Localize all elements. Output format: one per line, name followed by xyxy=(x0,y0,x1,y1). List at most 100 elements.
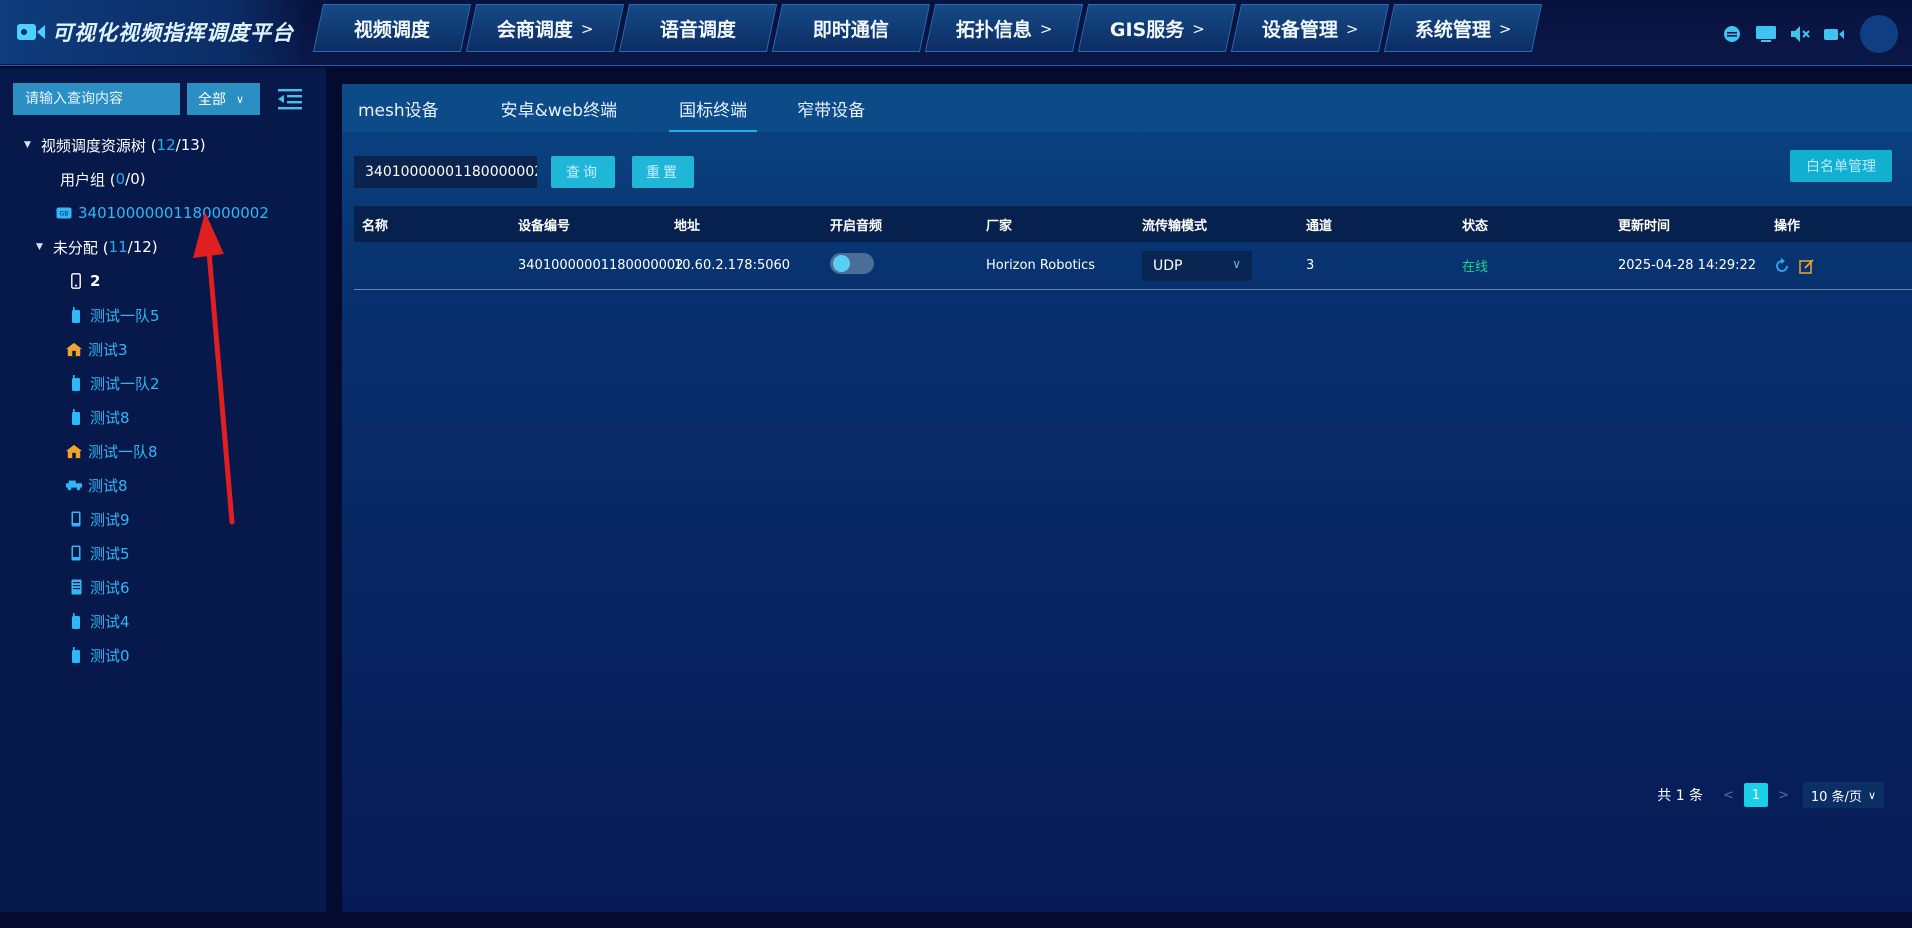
tree-device-item[interactable]: 测试4 xyxy=(0,604,326,638)
nav-label: 视频调度 xyxy=(353,18,430,41)
tree-root-label: 视频调度资源树 ( xyxy=(40,136,157,155)
table-header: 名称 设备编号 地址 开启音频 厂家 流传输模式 通道 状态 更新时间 操作 xyxy=(354,206,1912,242)
nav-voice-dispatch[interactable]: 语音调度 xyxy=(618,4,778,52)
col-address: 地址 xyxy=(674,218,701,234)
chat-icon[interactable] xyxy=(1720,22,1744,46)
col-name: 名称 xyxy=(362,218,389,234)
tree-device-item[interactable]: 测试一队5 xyxy=(0,298,326,332)
caret-down-icon[interactable]: ▼ xyxy=(24,140,31,150)
vehicle-icon xyxy=(66,476,82,494)
tree-root[interactable]: ▼ 视频调度资源树 (12/13) xyxy=(0,128,326,162)
chevron-right-icon: > xyxy=(580,19,594,37)
nav-gis-service[interactable]: GIS服务 > xyxy=(1077,4,1237,52)
phone-icon xyxy=(68,272,84,290)
nav-label: 拓扑信息 xyxy=(955,18,1032,41)
edit-icon[interactable] xyxy=(1799,258,1815,274)
device-label: 测试6 xyxy=(90,578,130,597)
tree-device-item[interactable]: 测试5 xyxy=(0,536,326,570)
tree-user-group[interactable]: 用户组 (0/0) xyxy=(0,162,326,196)
tree-device-item[interactable]: 测试6 xyxy=(0,570,326,604)
page-size-value: 10 条/页 xyxy=(1810,789,1862,805)
nav-video-dispatch[interactable]: 视频调度 xyxy=(312,4,472,52)
col-vendor: 厂家 xyxy=(986,218,1013,234)
main-nav: 视频调度 会商调度 > 语音调度 即时通信 拓扑信息 > GIS服务 > 设备管理 > … xyxy=(312,4,1543,54)
nav-consult-dispatch[interactable]: 会商调度 > xyxy=(465,4,625,52)
stream-mode-select[interactable]: UDP ∨ xyxy=(1142,250,1252,281)
collapse-menu-icon[interactable] xyxy=(276,86,304,112)
tab-android-web[interactable]: 安卓&web终端 xyxy=(501,84,617,132)
col-status: 状态 xyxy=(1462,218,1489,234)
tree-gb-device[interactable]: GB 34010000001180000002 xyxy=(0,196,326,230)
col-audio: 开启音频 xyxy=(830,218,883,234)
tree-device-item[interactable]: 测试9 xyxy=(0,502,326,536)
device-table: 名称 设备编号 地址 开启音频 厂家 流传输模式 通道 状态 更新时间 操作 3… xyxy=(354,206,1912,290)
tab-narrowband[interactable]: 窄带设备 xyxy=(797,84,865,132)
chevron-right-icon: > xyxy=(1498,19,1512,37)
cell-channel: 3 xyxy=(1306,258,1315,273)
cell-stream-mode: UDP ∨ xyxy=(1134,250,1298,281)
unassigned-online-count: 11 xyxy=(108,238,128,256)
chevron-right-icon: > xyxy=(1345,19,1359,37)
tree-device-item[interactable]: 测试8 xyxy=(0,468,326,502)
tree-device-item[interactable]: 测试一队8 xyxy=(0,434,326,468)
device-label: 测试8 xyxy=(88,476,128,495)
stream-mode-value: UDP xyxy=(1153,257,1183,274)
nav-topology[interactable]: 拓扑信息 > xyxy=(924,4,1084,52)
select-value: 全部 xyxy=(198,92,226,108)
device-label: 测试8 xyxy=(90,408,130,427)
chevron-left-icon[interactable]: < xyxy=(1723,788,1734,803)
camera-icon[interactable] xyxy=(1822,22,1846,46)
monitor-icon[interactable] xyxy=(1754,22,1778,46)
pagination-total: 共 1 条 xyxy=(1657,788,1704,804)
query-button[interactable]: 查询 xyxy=(551,156,615,188)
device-label: 测试0 xyxy=(90,646,130,665)
tablet-icon xyxy=(68,578,84,596)
page-number[interactable]: 1 xyxy=(1743,783,1768,807)
tree-device-item[interactable]: 测试0 xyxy=(0,638,326,672)
device-label: 2 xyxy=(90,272,101,290)
device-tabs: mesh设备 安卓&web终端 国标终端 窄带设备 xyxy=(342,84,1912,132)
nav-label: 系统管理 xyxy=(1414,18,1491,41)
reset-button[interactable]: 重置 xyxy=(632,156,694,188)
tab-gb-terminal[interactable]: 国标终端 xyxy=(669,84,758,132)
app-title: 可视化视频指挥调度平台 xyxy=(52,21,294,45)
caret-down-icon[interactable]: ▼ xyxy=(36,242,43,252)
whitelist-button[interactable]: 白名单管理 xyxy=(1790,150,1892,182)
main-panel: mesh设备 安卓&web终端 国标终端 窄带设备 查询 重置 白名单管理 名称… xyxy=(342,84,1912,912)
tree-device-item[interactable]: 2 xyxy=(0,264,326,298)
tree-device-item[interactable]: 测试8 xyxy=(0,400,326,434)
tree-root-online-count: 12 xyxy=(156,136,176,154)
mute-icon[interactable] xyxy=(1788,22,1812,46)
tree-device-item[interactable]: 测试3 xyxy=(0,332,326,366)
audio-toggle[interactable] xyxy=(830,253,874,274)
refresh-icon[interactable] xyxy=(1774,257,1790,274)
avatar[interactable] xyxy=(1860,15,1898,53)
device-label: 测试5 xyxy=(90,544,130,563)
col-stream-mode: 流传输模式 xyxy=(1142,218,1208,234)
user-group-label: 用户组 ( xyxy=(60,170,116,189)
nav-label: 语音调度 xyxy=(659,18,736,41)
video-camera-logo-icon xyxy=(17,24,45,40)
tree-device-item[interactable]: 测试一队2 xyxy=(0,366,326,400)
device-label: 测试一队2 xyxy=(90,374,160,393)
chevron-right-icon: > xyxy=(1191,19,1205,37)
nav-instant-messaging[interactable]: 即时通信 xyxy=(771,4,931,52)
page-size-select[interactable]: 10 条/页 ∨ xyxy=(1802,782,1884,808)
tab-mesh[interactable]: mesh设备 xyxy=(358,84,439,132)
nav-label: 会商调度 xyxy=(496,18,573,41)
device-label: 测试9 xyxy=(90,510,130,529)
nav-system-management[interactable]: 系统管理 > xyxy=(1383,4,1543,52)
tree-unassigned[interactable]: ▼ 未分配 (11/12) xyxy=(0,230,326,264)
phone-icon xyxy=(68,510,84,528)
unassigned-label: 未分配 ( xyxy=(52,238,109,257)
nav-device-management[interactable]: 设备管理 > xyxy=(1230,4,1390,52)
tree-filter-select[interactable]: 全部 ∨ xyxy=(187,83,260,115)
chevron-right-icon[interactable]: > xyxy=(1778,788,1789,803)
resource-tree: ▼ 视频调度资源树 (12/13) 用户组 (0/0) GB 340100000… xyxy=(0,128,326,672)
device-label: 测试一队8 xyxy=(88,442,158,461)
device-id-input[interactable] xyxy=(354,156,537,188)
gb-device-icon: GB xyxy=(56,204,72,222)
col-device-id: 设备编号 xyxy=(518,218,571,234)
tree-search-input[interactable] xyxy=(13,83,180,115)
col-channel: 通道 xyxy=(1306,218,1333,234)
